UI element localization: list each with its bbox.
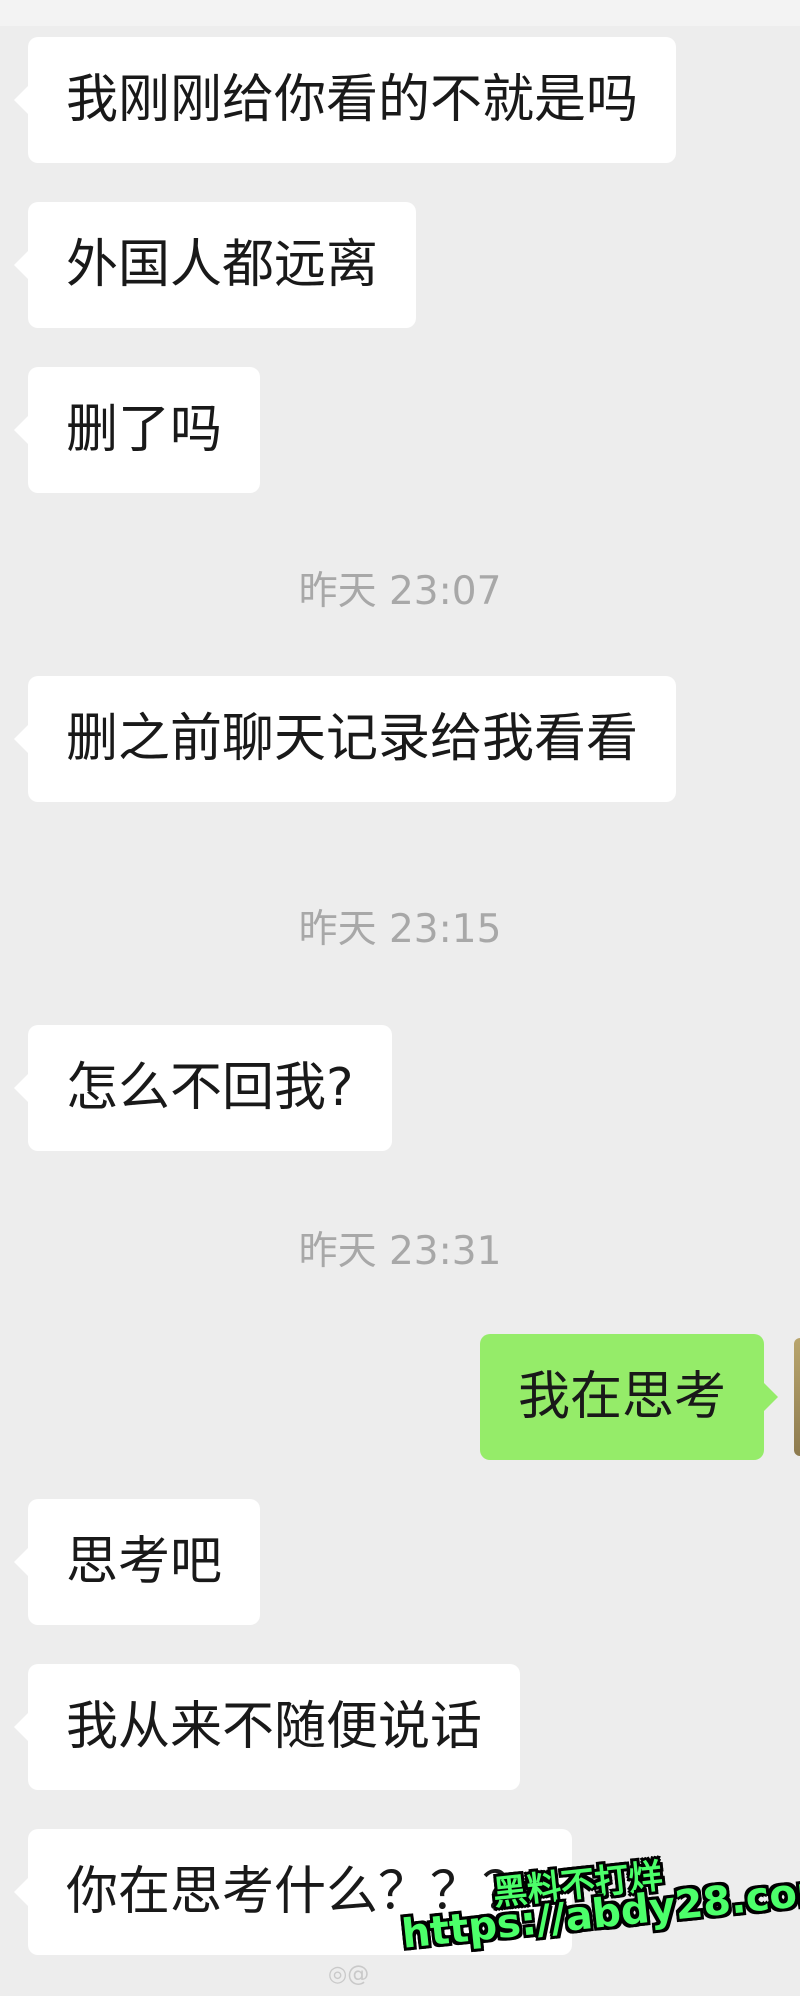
chat-timestamp: 昨天 23:31 bbox=[298, 1229, 502, 1274]
chat-bubble-outgoing[interactable]: 我在思考 bbox=[479, 1334, 779, 1460]
chat-bubble-incoming[interactable]: 思考吧 bbox=[13, 1499, 261, 1625]
chat-bubble-incoming[interactable]: 删之前聊天记录给我看看 bbox=[13, 676, 677, 802]
chat-timestamp: 昨天 23:15 bbox=[298, 907, 502, 952]
weibo-watermark: ◎@ bbox=[328, 1962, 370, 1987]
chat-bubble-incoming[interactable]: 删了吗 bbox=[13, 367, 261, 493]
message-text: 我刚刚给你看的不就是吗 bbox=[66, 70, 639, 130]
message-text: 怎么不回我? bbox=[66, 1058, 354, 1118]
chat-bubble-incoming[interactable]: 怎么不回我? bbox=[14, 1025, 392, 1151]
message-text: 删了吗 bbox=[66, 400, 223, 460]
message-text: 我在思考 bbox=[517, 1367, 726, 1427]
chat-bubble-incoming[interactable]: 我从来不随便说话 bbox=[13, 1664, 521, 1790]
message-text: 我从来不随便说话 bbox=[66, 1697, 483, 1757]
message-text: 删之前聊天记录给我看看 bbox=[66, 709, 639, 769]
message-text: 思考吧 bbox=[66, 1532, 223, 1592]
chat-bubble-incoming[interactable]: 我刚刚给你看的不就是吗 bbox=[13, 37, 677, 163]
message-text: 外国人都远离 bbox=[66, 235, 379, 295]
top-strip bbox=[0, 0, 800, 26]
chat-timestamp: 昨天 23:07 bbox=[298, 569, 502, 614]
avatar[interactable] bbox=[794, 1338, 800, 1456]
chat-bubble-incoming[interactable]: 外国人都远离 bbox=[13, 202, 417, 328]
